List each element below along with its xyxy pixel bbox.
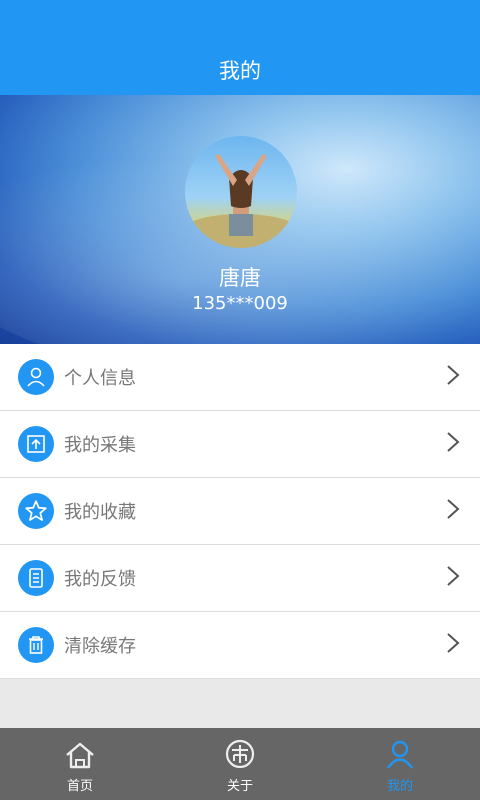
tab-mine[interactable]: 我的 — [320, 728, 480, 800]
menu-item-feedback[interactable]: 我的反馈 — [0, 545, 480, 612]
trash-icon — [18, 627, 54, 663]
menu-item-label: 我的采集 — [64, 435, 136, 456]
tab-label: 首页 — [66, 779, 93, 794]
menu-item-profile-info[interactable]: 个人信息 — [0, 344, 480, 411]
chevron-right-icon — [446, 565, 460, 591]
profile-phone: 135***009 — [192, 293, 288, 314]
menu-item-clear-cache[interactable]: 清除缓存 — [0, 612, 480, 679]
bottom-tab-bar: 首页 关于 我的 — [0, 728, 480, 800]
status-bar — [0, 0, 480, 44]
avatar[interactable] — [185, 136, 297, 248]
tab-home[interactable]: 首页 — [0, 728, 160, 800]
avatar-image — [185, 154, 297, 248]
info-logo-icon — [224, 739, 256, 773]
tab-label: 关于 — [226, 779, 253, 794]
menu-item-my-collection[interactable]: 我的采集 — [0, 411, 480, 478]
chevron-right-icon — [446, 498, 460, 524]
upload-icon — [18, 426, 54, 462]
user-icon — [384, 739, 416, 773]
menu-item-favorites[interactable]: 我的收藏 — [0, 478, 480, 545]
menu-item-label: 我的收藏 — [64, 502, 136, 523]
chevron-right-icon — [446, 632, 460, 658]
menu-list: 个人信息 我的采集 我的收藏 我的反馈 清除缓存 — [0, 344, 480, 679]
menu-item-label: 清除缓存 — [64, 636, 136, 657]
document-icon — [18, 560, 54, 596]
chevron-right-icon — [446, 431, 460, 457]
person-icon — [18, 359, 54, 395]
page-title: 我的 — [219, 58, 261, 83]
title-bar: 我的 — [0, 44, 480, 95]
tab-about[interactable]: 关于 — [160, 728, 320, 800]
star-icon — [18, 493, 54, 529]
menu-item-label: 我的反馈 — [64, 569, 136, 590]
home-icon — [64, 741, 96, 773]
profile-name: 唐唐 — [219, 266, 261, 290]
tab-label: 我的 — [386, 779, 413, 794]
menu-item-label: 个人信息 — [64, 368, 136, 389]
chevron-right-icon — [446, 364, 460, 390]
